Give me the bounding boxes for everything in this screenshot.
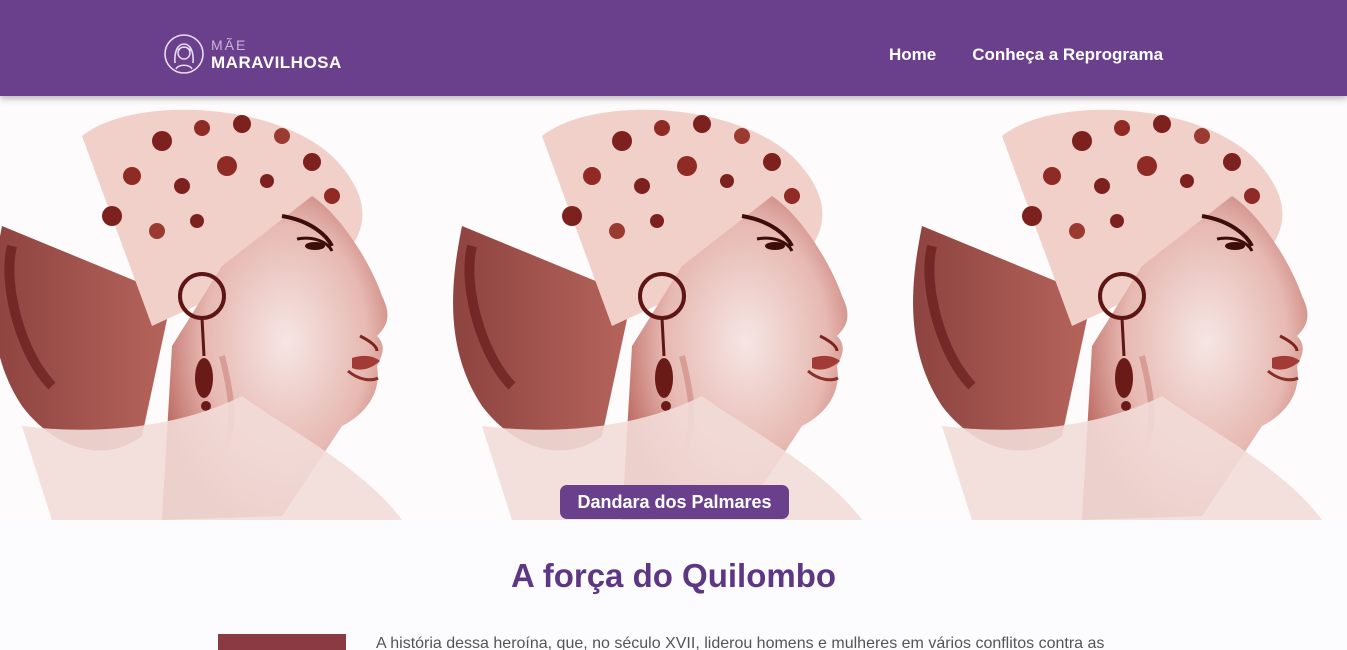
dandara-portrait-illustration — [442, 96, 902, 520]
dandara-portrait-illustration — [0, 96, 442, 520]
top-navbar: MÃE MARAVILHOSA Home Conheça a Reprogram… — [0, 0, 1347, 96]
main-nav: Home Conheça a Reprograma — [889, 45, 1163, 65]
hero-name-badge: Dandara dos Palmares — [560, 485, 789, 519]
section-title: A força do Quilombo — [510, 557, 837, 594]
nav-link-conheca-reprograma[interactable]: Conheça a Reprograma — [972, 45, 1163, 65]
logo-text: MÃE MARAVILHOSA — [211, 38, 342, 71]
site-logo[interactable]: MÃE MARAVILHOSA — [163, 31, 342, 77]
woman-avatar-icon — [164, 34, 204, 74]
article-paragraph: A história dessa heroína, que, no século… — [376, 635, 1105, 650]
nav-link-home[interactable]: Home — [889, 45, 936, 65]
hero-banner — [0, 96, 1347, 520]
logo-text-bottom: MARAVILHOSA — [211, 52, 342, 72]
article-image — [218, 634, 346, 650]
logo-text-top: MÃE — [211, 36, 248, 53]
dandara-portrait-illustration — [902, 96, 1347, 520]
